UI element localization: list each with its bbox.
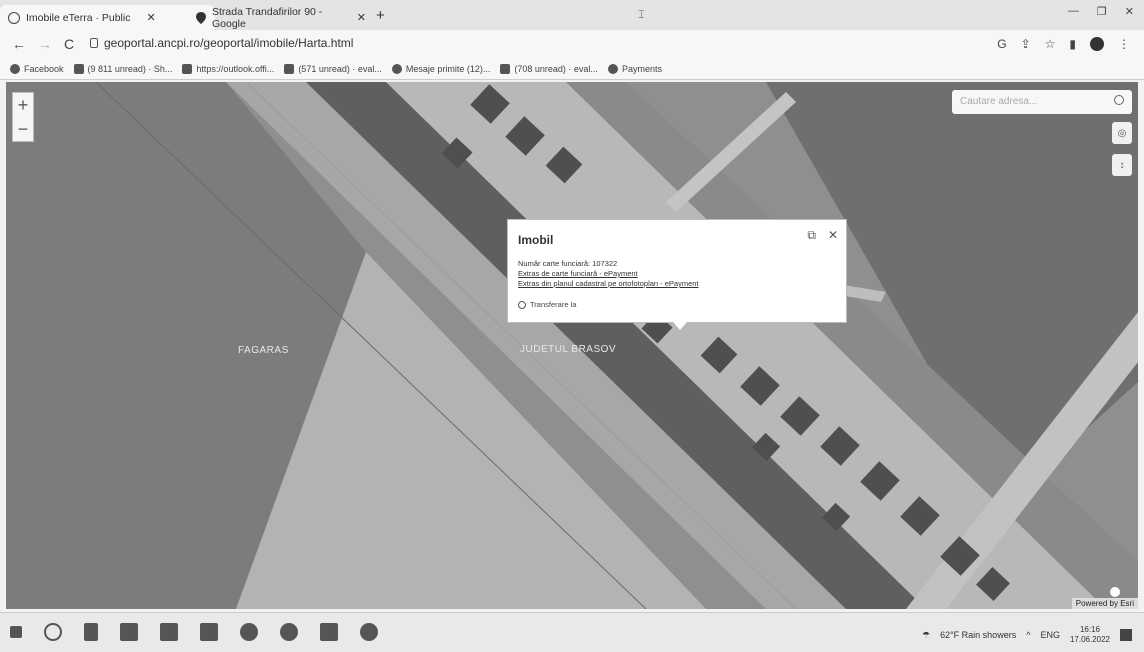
chrome-icon[interactable]	[280, 623, 298, 641]
forward-arrow-icon[interactable]: →	[38, 36, 52, 52]
bookmark-payments[interactable]: Payments	[607, 63, 662, 74]
popup-actions: ⧉ ✕	[807, 228, 838, 243]
windows-start-icon[interactable]	[10, 626, 22, 638]
map-label-judet: JUDETUL BRASOV	[520, 344, 617, 355]
payments-icon	[607, 63, 618, 74]
language-indicator[interactable]: ENG	[1040, 630, 1060, 640]
zoom-in-button[interactable]: +	[13, 93, 33, 117]
taskbar-apps	[10, 623, 378, 641]
new-tab-button[interactable]: +	[376, 7, 385, 24]
bookmarks-bar: Facebook (9 811 unread) · Sh... https://…	[0, 58, 1144, 80]
address-bar: ← → C geoportal.ancpi.ro/geoportal/imobi…	[0, 30, 1144, 58]
clock[interactable]: 16:16 17.06.2022	[1070, 625, 1110, 645]
tab-title: Imobile eTerra · Public	[26, 11, 131, 24]
map-label-fagaras: FAGARAS	[238, 345, 289, 356]
star-icon[interactable]: ☆	[1045, 37, 1056, 51]
url-text: geoportal.ancpi.ro/geoportal/imobile/Har…	[104, 36, 354, 50]
task-view-icon[interactable]	[84, 623, 98, 641]
extensions-icon[interactable]: ▮	[1069, 37, 1076, 51]
bookmark-mail-1[interactable]: (9 811 unread) · Sh...	[73, 63, 172, 74]
system-tray: ☂ 62°F Rain showers ^ ENG 16:16 17.06.20…	[922, 625, 1132, 645]
zoom-out-button[interactable]: −	[13, 117, 33, 141]
tab-imobile[interactable]: Imobile eTerra · Public ✕	[0, 5, 215, 30]
extras-cf-link[interactable]: Extras de carte funciară - ePayment	[518, 269, 836, 278]
maximize-icon[interactable]: ❐	[1097, 5, 1107, 18]
toolbar-actions: G ⇪ ☆ ▮ ⋮	[997, 37, 1130, 51]
map-view[interactable]: + − Cautare adresa... ◎ ↕ FAGARAS JUDETU…	[6, 82, 1138, 609]
transfer-button[interactable]: Transferare la	[518, 300, 836, 309]
k-app-icon[interactable]	[320, 623, 338, 641]
mail-icon	[500, 63, 511, 74]
share-icon[interactable]: ⇪	[1021, 37, 1031, 51]
globe-icon	[8, 11, 20, 24]
cf-number: Număr carte funciară: 107322	[518, 259, 618, 268]
outlook-icon	[182, 63, 193, 74]
tab-title: Strada Trandafirilor 90 - Google	[212, 5, 323, 30]
google-icon[interactable]: G	[997, 37, 1006, 51]
search-icon[interactable]	[1114, 95, 1124, 105]
popup-title: Imobil	[518, 233, 554, 247]
location-dot-icon[interactable]	[1110, 587, 1120, 597]
profile-avatar[interactable]	[1090, 37, 1104, 51]
url-field[interactable]: geoportal.ancpi.ro/geoportal/imobile/Har…	[90, 36, 353, 50]
back-arrow-icon[interactable]: ←	[12, 36, 26, 52]
close-window-icon[interactable]: ✕	[1125, 5, 1134, 18]
lock-icon	[90, 38, 98, 48]
extras-plan-link[interactable]: Extras din planul cadastral pe ortofotop…	[518, 279, 836, 288]
expand-icon[interactable]: ⧉	[807, 228, 816, 243]
facebook-icon	[391, 63, 402, 74]
layers-button[interactable]: ◎	[1112, 122, 1132, 144]
legend-button[interactable]: ↕	[1112, 154, 1132, 176]
weather-icon: ☂	[921, 629, 931, 640]
attribution: Powered by Esri	[1071, 598, 1138, 609]
close-tab-icon[interactable]: ✕	[357, 11, 366, 24]
tab-google-maps[interactable]: Strada Trandafirilor 90 - Google ✕	[188, 5, 374, 30]
reload-icon[interactable]: C	[64, 36, 74, 52]
close-tab-icon[interactable]: ✕	[146, 11, 155, 24]
taskbar: ☂ 62°F Rain showers ^ ENG 16:16 17.06.20…	[0, 612, 1144, 652]
bookmark-mail-3[interactable]: (708 unread) · eval...	[500, 63, 598, 74]
skype-icon[interactable]	[240, 623, 258, 641]
menu-icon[interactable]: ⋮	[1118, 37, 1130, 51]
file-explorer-icon[interactable]	[120, 623, 138, 641]
bookmark-outlook[interactable]: https://outlook.offi...	[182, 63, 274, 74]
mail-icon	[73, 63, 84, 74]
bookmark-facebook[interactable]: Facebook	[10, 63, 64, 74]
window-controls: — ❐ ✕	[1068, 5, 1134, 18]
office-icon[interactable]	[200, 623, 218, 641]
globe-icon	[518, 300, 526, 309]
bookmark-mail-2[interactable]: (571 unread) · eval...	[284, 63, 382, 74]
bookmark-messages[interactable]: Mesaje primite (12)...	[391, 63, 490, 74]
map-pin-icon	[196, 11, 206, 24]
close-popup-icon[interactable]: ✕	[828, 228, 838, 243]
chevron-up-icon[interactable]: ^	[1026, 630, 1030, 640]
network-app-icon[interactable]	[360, 623, 378, 641]
mail-icon[interactable]	[160, 623, 178, 641]
facebook-icon	[10, 63, 20, 74]
cursor-icon: ⌶	[638, 9, 645, 21]
mail-icon	[284, 63, 295, 74]
zoom-control: + −	[12, 92, 34, 142]
parcel-popup: ⧉ ✕ Imobil Număr carte funciară: 107322 …	[507, 219, 847, 330]
map-search-input[interactable]: Cautare adresa...	[952, 90, 1132, 114]
notifications-icon[interactable]	[1120, 629, 1132, 641]
search-icon[interactable]	[44, 623, 62, 641]
minimize-icon[interactable]: —	[1068, 5, 1079, 18]
tab-bar: Imobile eTerra · Public ✕ Strada Trandaf…	[0, 0, 1144, 30]
weather-text[interactable]: 62°F Rain showers	[940, 630, 1016, 640]
